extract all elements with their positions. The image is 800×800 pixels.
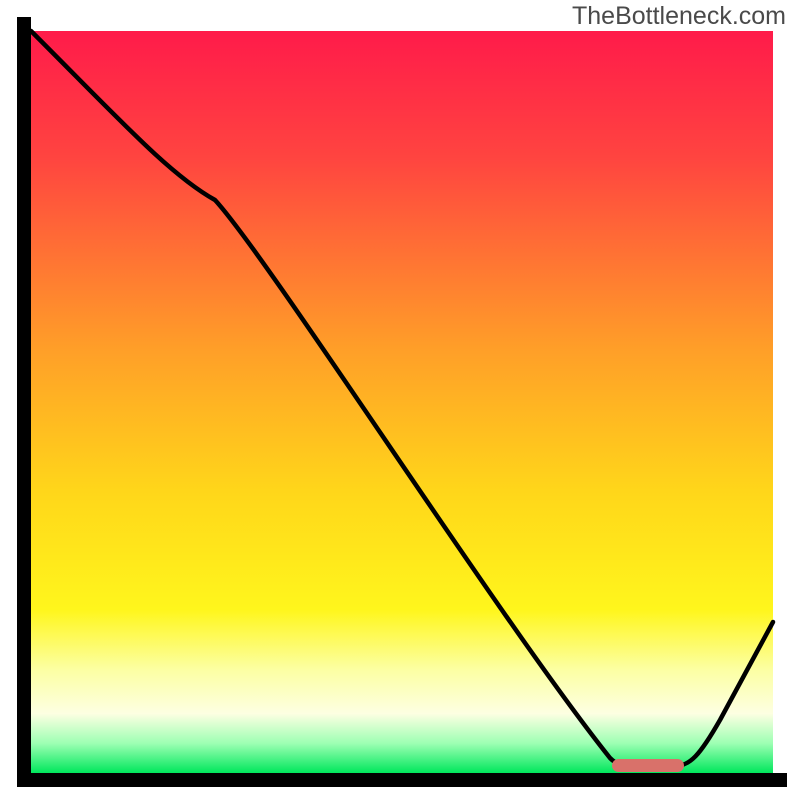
chart-container: TheBottleneck.com <box>0 0 800 800</box>
x-axis <box>17 773 787 787</box>
chart-svg <box>0 0 800 800</box>
marker-pill <box>612 759 684 772</box>
plot-area <box>17 17 787 787</box>
y-axis <box>17 17 31 787</box>
watermark-text: TheBottleneck.com <box>572 2 786 31</box>
